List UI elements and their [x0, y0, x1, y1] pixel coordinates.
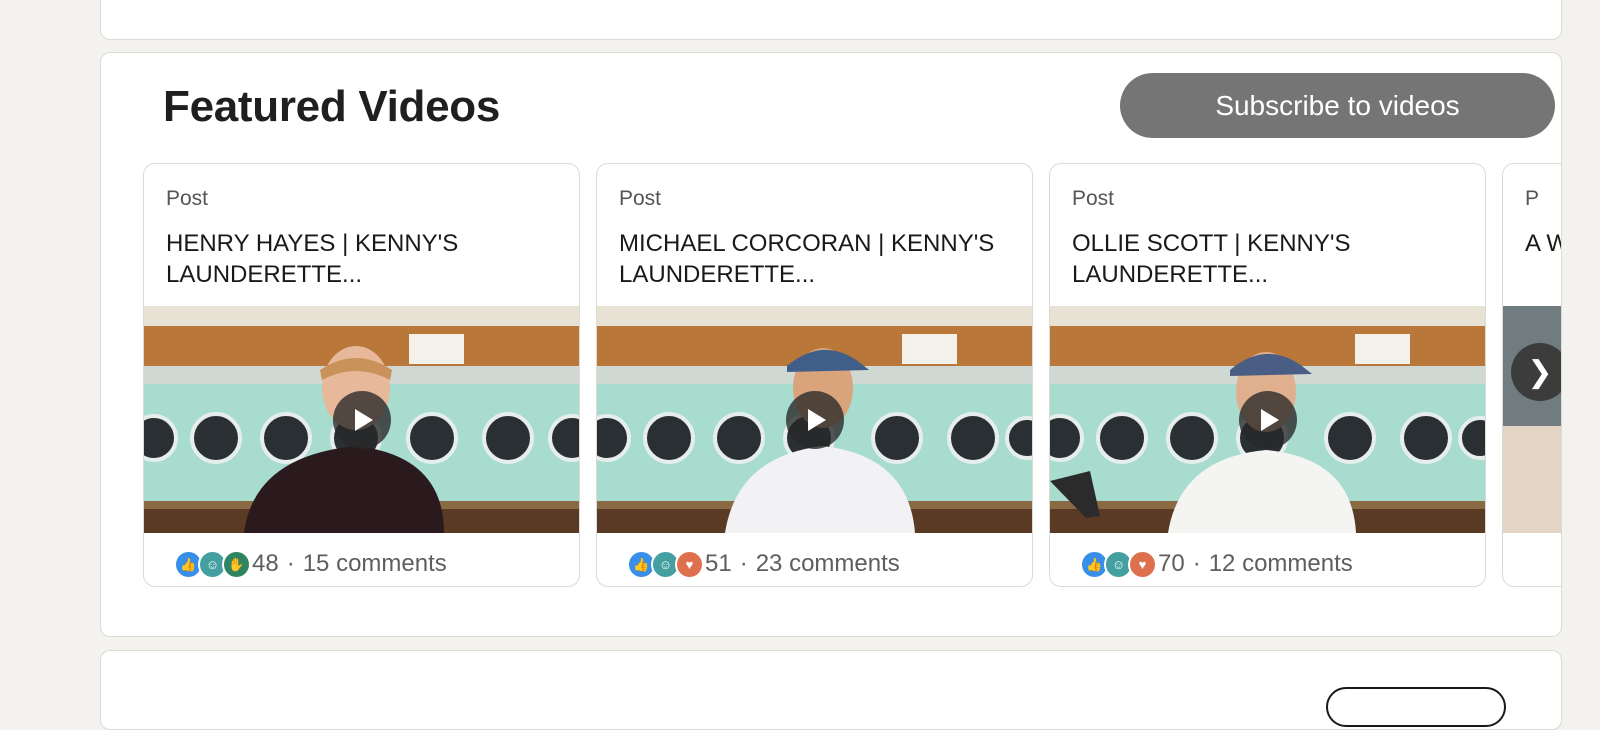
previous-section-panel [100, 0, 1562, 40]
comments-count[interactable]: 23 comments [756, 550, 900, 578]
video-preview-image [1503, 306, 1561, 533]
separator: · [739, 550, 748, 577]
reaction-icons: 👍 ☺ ✋ [174, 549, 251, 579]
video-carousel: Post HENRY HAYES | KENNY'S LAUNDERETTE..… [101, 53, 1561, 636]
social-counts[interactable]: 👍 ☺ ♥ 51 · 23 comments [627, 549, 900, 579]
card-type-label: Post [619, 187, 662, 210]
reaction-icons: 👍 ☺ ♥ [627, 549, 704, 579]
video-thumbnail[interactable] [597, 306, 1032, 533]
social-counts[interactable]: 👍 ☺ ♥ 70 · 12 comments [1080, 549, 1353, 579]
next-section-panel [100, 650, 1562, 730]
reaction-count: 51 [705, 550, 732, 577]
video-thumbnail[interactable] [144, 306, 579, 533]
play-button[interactable] [332, 390, 391, 449]
love-icon: ♥ [1128, 549, 1157, 579]
video-title[interactable]: MICHAEL CORCORAN | KENNY'S LAUNDERETTE..… [619, 228, 1016, 290]
comments-count[interactable]: 15 comments [303, 550, 447, 578]
video-card[interactable]: Post HENRY HAYES | KENNY'S LAUNDERETTE..… [143, 163, 580, 587]
video-card[interactable]: Post MICHAEL CORCORAN | KENNY'S LAUNDERE… [596, 163, 1033, 587]
reaction-count: 48 [252, 550, 279, 577]
carousel-next-button[interactable]: ❯ [1511, 343, 1561, 401]
love-icon: ♥ [675, 549, 704, 579]
video-title[interactable]: OLLIE SCOTT | KENNY'S LAUNDERETTE... [1072, 228, 1469, 290]
next-section-action-button[interactable] [1326, 687, 1506, 727]
video-title[interactable]: A W [1525, 228, 1561, 259]
video-thumbnail[interactable] [1050, 306, 1485, 533]
reaction-icons: 👍 ☺ ♥ [1080, 549, 1157, 579]
featured-videos-section: Featured Videos Subscribe to videos Post… [100, 52, 1562, 637]
card-type-label: P [1525, 187, 1540, 210]
social-counts[interactable]: 👍 ☺ ✋ 48 · 15 comments [174, 549, 447, 579]
separator: · [286, 550, 295, 577]
play-button[interactable] [785, 390, 844, 449]
support-icon: ✋ [222, 549, 251, 579]
card-type-label: Post [1072, 187, 1115, 210]
reaction-count: 70 [1158, 550, 1185, 577]
play-button[interactable] [1238, 390, 1297, 449]
card-type-label: Post [166, 187, 209, 210]
video-thumbnail[interactable] [1503, 306, 1561, 533]
video-title[interactable]: HENRY HAYES | KENNY'S LAUNDERETTE... [166, 228, 563, 290]
separator: · [1192, 550, 1201, 577]
video-card[interactable]: Post OLLIE SCOTT | KENNY'S LAUNDERETTE..… [1049, 163, 1486, 587]
comments-count[interactable]: 12 comments [1209, 550, 1353, 578]
